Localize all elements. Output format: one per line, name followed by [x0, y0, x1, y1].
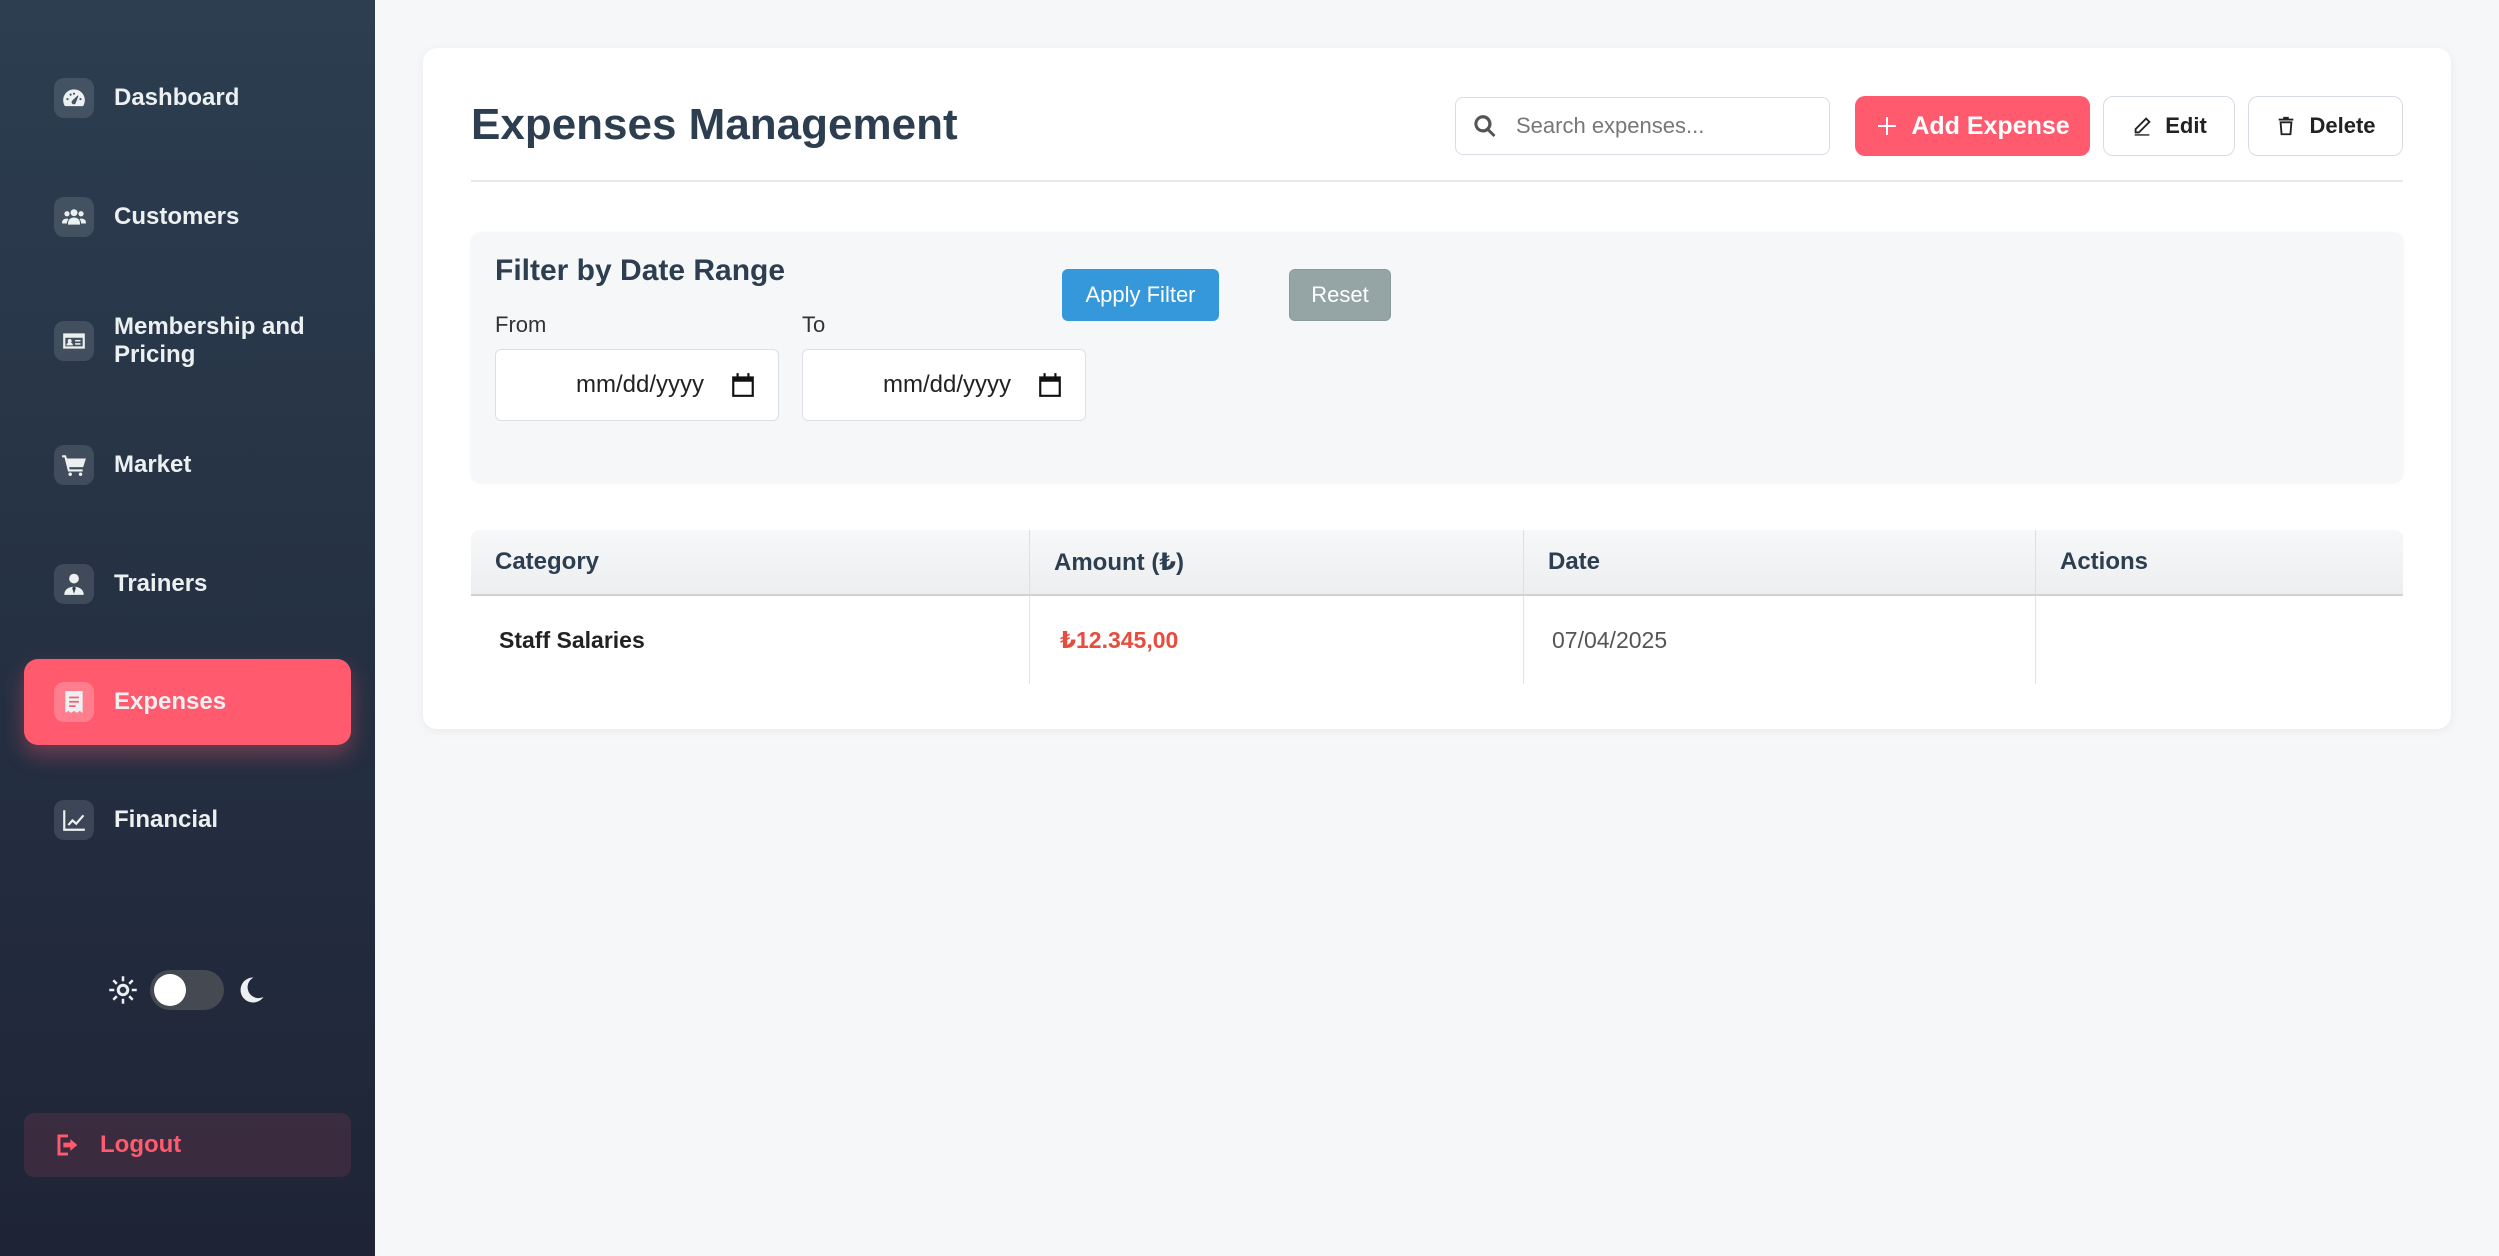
pencil-icon [2134, 117, 2151, 136]
sidebar-item-label: Membership and Pricing [114, 313, 305, 368]
from-date-value: mm/dd/yyyy [575, 371, 704, 398]
theme-toggle [108, 970, 266, 1010]
filter-title: Filter by Date Range [495, 254, 786, 287]
expenses-table: Category Amount (₺) Date Actions Staff S… [471, 530, 2403, 684]
to-date-input[interactable]: mm/dd/yyyy [802, 349, 1086, 421]
calendar-icon[interactable] [730, 372, 756, 398]
search-box[interactable] [1455, 97, 1830, 155]
page-title: Expenses Management [471, 100, 958, 149]
to-date-value: mm/dd/yyyy [882, 371, 1011, 398]
reset-button[interactable]: Reset [1289, 269, 1391, 321]
table-row[interactable]: Staff Salaries ₺12.345,00 07/04/2025 [471, 596, 2403, 684]
sign-out-icon [57, 1134, 78, 1156]
from-label: From [495, 312, 547, 337]
add-expense-label: Add Expense [1911, 111, 2070, 140]
calendar-icon[interactable] [1037, 372, 1063, 398]
sidebar-item-market[interactable]: Market [24, 422, 351, 508]
expenses-card: Expenses Management Add Expense Edit Del… [423, 48, 2451, 729]
to-label: To [802, 312, 826, 337]
shopping-cart-icon [54, 445, 94, 485]
dashboard-gauge-icon [54, 78, 94, 118]
sidebar-item-label: Trainers [114, 570, 208, 597]
sidebar-item-customers[interactable]: Customers [24, 174, 351, 260]
cell-amount: ₺12.345,00 [1030, 596, 1524, 684]
sidebar-item-financial[interactable]: Financial [24, 777, 351, 863]
theme-switch-knob [154, 974, 186, 1006]
logout-label: Logout [100, 1131, 182, 1158]
date-filter-panel: Filter by Date Range From mm/dd/yyyy To … [471, 232, 2403, 482]
cell-date: 07/04/2025 [1524, 596, 2036, 684]
search-icon [1474, 115, 1496, 138]
column-header-date[interactable]: Date [1524, 530, 2036, 594]
column-header-amount[interactable]: Amount (₺) [1030, 530, 1524, 594]
apply-filter-button[interactable]: Apply Filter [1062, 269, 1219, 321]
cell-category: Staff Salaries [471, 596, 1030, 684]
column-header-actions: Actions [2060, 548, 2149, 575]
chart-line-icon [54, 800, 94, 840]
theme-switch[interactable] [150, 970, 224, 1010]
edit-label: Edit [2165, 113, 2207, 138]
logout-button[interactable]: Logout [24, 1113, 351, 1177]
edit-button[interactable]: Edit [2103, 96, 2235, 156]
receipt-icon [54, 682, 94, 722]
delete-label: Delete [2309, 113, 2376, 138]
header-divider [471, 180, 2403, 182]
sidebar-item-label: Customers [114, 203, 240, 230]
delete-button[interactable]: Delete [2248, 96, 2403, 156]
sidebar-item-label: Financial [114, 806, 219, 833]
table-header: Category Amount (₺) Date Actions [471, 530, 2403, 596]
sun-icon [109, 976, 137, 1004]
sidebar-item-membership[interactable]: Membership and Pricing [24, 298, 351, 384]
sidebar: Dashboard Customers Membership and Prici… [0, 0, 375, 1256]
sidebar-item-expenses[interactable]: Expenses [24, 659, 351, 745]
sidebar-item-dashboard[interactable]: Dashboard [24, 55, 351, 141]
cell-actions [2036, 596, 2403, 684]
users-icon [54, 197, 94, 237]
column-header-category[interactable]: Category [471, 530, 1030, 594]
sidebar-item-label: Dashboard [114, 84, 240, 111]
user-tie-icon [54, 564, 94, 604]
plus-icon [1878, 117, 1897, 135]
moon-icon [240, 977, 264, 1003]
id-card-icon [54, 321, 94, 361]
sidebar-item-label: Expenses [114, 688, 227, 715]
add-expense-button[interactable]: Add Expense [1855, 96, 2090, 156]
search-input[interactable] [1516, 113, 1816, 139]
trash-icon [2279, 116, 2294, 136]
from-date-input[interactable]: mm/dd/yyyy [495, 349, 779, 421]
sidebar-item-trainers[interactable]: Trainers [24, 541, 351, 627]
sidebar-item-label: Market [114, 451, 192, 478]
